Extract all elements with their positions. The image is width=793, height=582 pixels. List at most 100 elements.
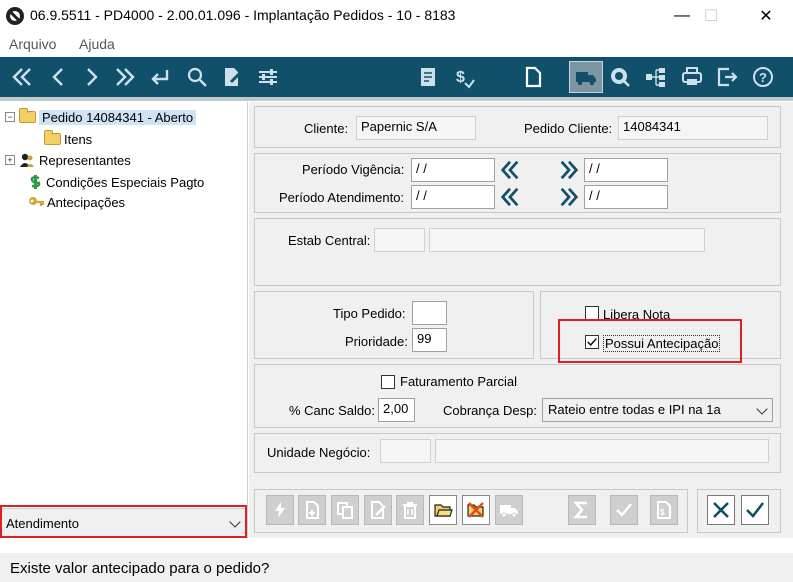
form-pane: Cliente: Papernic S/A Pedido Cliente: 14… [249,102,793,538]
app-logo-icon [6,7,24,25]
open-folder-icon[interactable] [429,495,457,525]
double-right-arrow-icon[interactable] [557,158,581,182]
prioridade-label: Prioridade: [345,334,408,349]
canc-saldo-field[interactable]: 2,00 [378,398,415,422]
libera-nota-checkbox[interactable] [585,306,599,320]
collapse-icon[interactable]: − [5,112,15,122]
unidade-label: Unidade Negócio: [267,445,371,460]
tree-icon[interactable] [642,63,670,91]
copy-icon[interactable] [331,495,359,525]
unidade-panel: Unidade Negócio: [254,433,781,473]
main-toolbar: $ ? [0,57,793,97]
client-panel: Cliente: Papernic S/A Pedido Cliente: 14… [254,106,781,148]
double-left-arrow-icon[interactable] [498,185,522,209]
sum-icon[interactable] [568,495,596,525]
cobranca-label: Cobrança Desp: [443,403,537,418]
cancel-folder-icon[interactable] [462,495,490,525]
help-icon[interactable]: ? [749,63,777,91]
return-icon[interactable] [146,63,174,91]
atendimento-start-field[interactable]: / / [411,185,495,209]
periods-panel: Período Vigência: / / / / Período Atendi… [254,153,781,213]
open-folder-icon [19,108,36,123]
svg-text:?: ? [759,70,767,85]
exit-icon[interactable] [713,63,741,91]
search-icon[interactable] [183,63,211,91]
canc-saldo-label: % Canc Saldo: [289,403,375,418]
cliente-field[interactable]: Papernic S/A [356,116,476,140]
atendimento-end-field[interactable]: / / [584,185,668,209]
window-title: 06.9.5511 - PD4000 - 2.00.01.096 - Impla… [30,7,456,23]
cancel-icon[interactable] [707,495,735,525]
faturamento-parcial-checkbox[interactable] [381,375,395,389]
highlight-antecipacao [558,319,742,363]
tree-pane: − Pedido 14084341 - Aberto Itens + Repre… [0,102,248,538]
prioridade-field[interactable]: 99 [412,328,447,352]
status-bar: Existe valor antecipado para o pedido? [0,553,793,582]
expand-icon[interactable]: + [5,155,15,165]
double-left-arrow-icon[interactable] [498,158,522,182]
tipo-pedido-field[interactable] [412,301,447,325]
estab-code-field[interactable] [374,228,425,252]
chevron-down-icon [756,403,768,415]
print-icon[interactable] [678,63,706,91]
next-icon[interactable] [78,63,106,91]
pedido-cliente-field[interactable]: 14084341 [618,116,768,140]
people-icon [20,153,34,167]
close-window-button[interactable]: ✕ [743,0,789,32]
vigencia-end-field[interactable]: / / [584,158,668,182]
vigencia-start-field[interactable]: / / [411,158,495,182]
tree-item-label: Antecipações [47,194,126,210]
status-message: Existe valor antecipado para o pedido? [10,560,270,577]
report-icon[interactable] [414,63,442,91]
unidade-name-field[interactable] [435,439,769,463]
estab-label: Estab Central: [288,233,371,248]
truck-icon[interactable] [495,495,523,525]
check-disabled-icon[interactable] [610,495,638,525]
cobranca-value: Rateio entre todas e IPI na 1a [548,402,721,417]
filter-icon[interactable] [254,63,282,91]
delivery-truck-icon[interactable] [569,61,603,93]
estab-name-field[interactable] [429,228,705,252]
tree-item-itens[interactable]: Itens [44,129,92,149]
svg-text:$: $ [660,508,665,517]
new-document-icon[interactable] [519,63,547,91]
money-icon [30,175,41,189]
cobranca-select[interactable]: Rateio entre todas e IPI na 1a [542,398,773,422]
tree-item-representantes[interactable]: + Representantes [5,150,131,170]
maximize-button[interactable]: ☐ [688,0,734,32]
menu-ajuda[interactable]: Ajuda [79,36,115,52]
tree-item-pedido[interactable]: − Pedido 14084341 - Aberto [5,107,197,127]
tree-item-label: Representantes [39,152,131,168]
confirm-icon[interactable] [741,495,769,525]
svg-text:$: $ [456,69,465,86]
previous-icon[interactable] [44,63,72,91]
tree-item-antecipacoes[interactable]: Antecipações [28,192,125,212]
pedido-cliente-label: Pedido Cliente: [524,121,613,136]
first-icon[interactable] [8,63,36,91]
double-right-arrow-icon[interactable] [557,185,581,209]
action-toolbar: $ [254,489,688,533]
folder-icon [44,130,61,145]
currency-icon[interactable]: $ [450,63,478,91]
new-file-icon[interactable] [298,495,326,525]
menu-bar: Arquivo Ajuda [0,32,793,56]
unidade-code-field[interactable] [380,439,431,463]
lightning-icon[interactable] [266,495,294,525]
cliente-label: Cliente: [304,121,349,136]
tipo-pedido-label: Tipo Pedido: [333,306,406,321]
faturamento-parcial-label: Faturamento Parcial [400,374,518,389]
refresh-search-icon[interactable] [606,63,634,91]
document-icon[interactable]: $ [650,495,678,525]
tree-item-label: Itens [64,131,93,147]
atendimento-label: Período Atendimento: [279,190,405,205]
trash-icon[interactable] [396,495,424,525]
edit-document-icon[interactable] [218,63,246,91]
edit-file-icon[interactable] [364,495,392,525]
pedido-panel: Tipo Pedido: Prioridade: 99 [254,291,534,359]
tree-item-label: Condições Especiais Pagto [46,174,205,190]
tree-item-condicoes[interactable]: Condições Especiais Pagto [28,172,204,192]
menu-arquivo[interactable]: Arquivo [9,36,56,52]
last-icon[interactable] [111,63,139,91]
confirm-toolbar [697,489,781,533]
tree-item-label: Pedido 14084341 - Aberto [39,109,197,125]
